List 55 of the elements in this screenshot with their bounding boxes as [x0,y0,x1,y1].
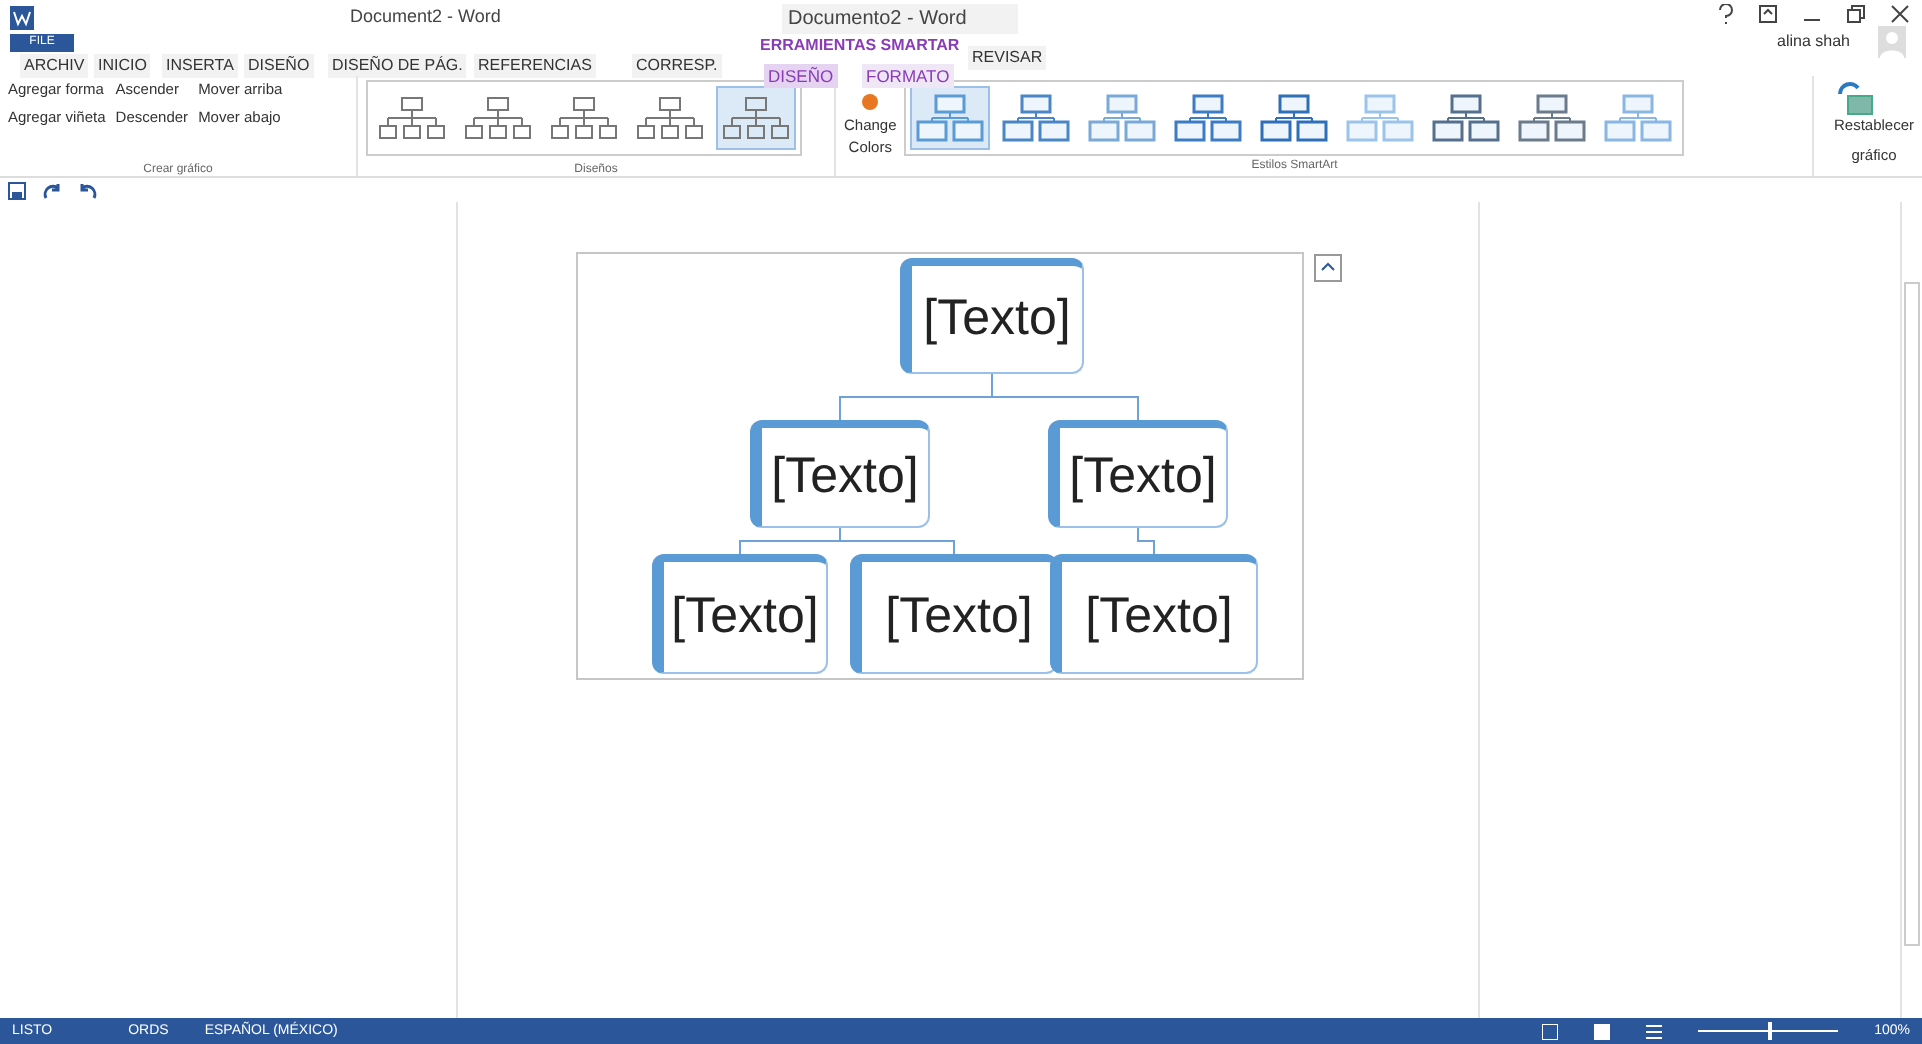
style-thumbnail-icon [1518,94,1587,142]
style-thumbnail-icon [1432,94,1501,142]
diagram-node[interactable]: [Texto] [1050,554,1258,674]
smartart-frame[interactable]: [Texto] [Texto] [Texto] [Texto] [Texto] [Texto] [576,252,1304,680]
window-title: Document2 - Word [350,6,501,26]
style-thumbnail-icon [1346,94,1415,142]
ribbon-tab[interactable]: REVISAR [968,46,1047,70]
redo-icon[interactable] [42,181,62,199]
window-title: Documento2 - Word [782,4,1018,34]
web-layout-icon[interactable] [1646,1023,1663,1039]
diagram-node[interactable]: [Texto] [1048,420,1228,528]
style-thumbnail-icon [1002,94,1071,142]
style-option[interactable] [910,86,991,150]
ribbon-tab[interactable]: INSERTA [162,54,238,78]
ribbon-tab[interactable]: ARCHIV [20,54,89,78]
connector-line [1137,527,1155,555]
layout-option[interactable] [716,86,796,150]
close-icon[interactable] [1890,4,1910,24]
diagram-node[interactable]: [Texto] [750,420,930,528]
style-thumbnail-icon [1088,94,1157,142]
ribbon-tab[interactable]: DISEÑO [244,54,314,78]
layout-options-icon[interactable] [1314,254,1342,282]
word-logo-icon [10,5,34,29]
ribbon-display-icon[interactable] [1758,4,1778,24]
contextual-tab[interactable]: FORMATO [862,64,954,88]
connector-line [839,527,955,555]
layout-thumbnail-icon [550,94,618,142]
style-thumbnail-icon [1174,94,1243,142]
contextual-tab[interactable]: DISEÑO [764,64,838,88]
style-thumbnail-icon [916,94,985,142]
scrollbar-thumb[interactable] [1904,282,1920,946]
user-name[interactable]: alina shah [1777,32,1850,50]
contextual-tab-title: ERRAMIENTAS SMARTAR [760,36,960,54]
ribbon-tab[interactable]: REFERENCIAS [474,54,596,78]
help-icon[interactable] [1718,4,1734,24]
ribbon-tab[interactable]: DISEÑO DE PÁG. [328,54,467,78]
read-mode-icon[interactable] [1542,1023,1559,1039]
diagram-node[interactable]: [Texto] [900,258,1084,374]
palette-icon [860,92,881,112]
ribbon-tab[interactable]: CORRESP. [632,54,722,78]
style-thumbnail-icon [1604,94,1673,142]
layout-thumbnail-icon [722,94,790,142]
layout-thumbnail-icon [464,94,532,142]
restore-icon[interactable] [1846,4,1866,24]
diagram-node[interactable]: [Texto] [850,554,1058,674]
undo-icon[interactable] [78,181,98,199]
reset-graphic-icon [1833,80,1874,116]
save-icon[interactable] [8,181,26,199]
print-layout-icon[interactable] [1594,1023,1611,1039]
zoom-slider-thumb[interactable] [1768,1022,1773,1040]
layout-thumbnail-icon [378,94,446,142]
ribbon-tab[interactable]: INICIO [94,54,151,78]
diagram-node[interactable]: [Texto] [652,554,828,674]
layout-thumbnail-icon [636,94,704,142]
style-thumbnail-icon [1260,94,1329,142]
